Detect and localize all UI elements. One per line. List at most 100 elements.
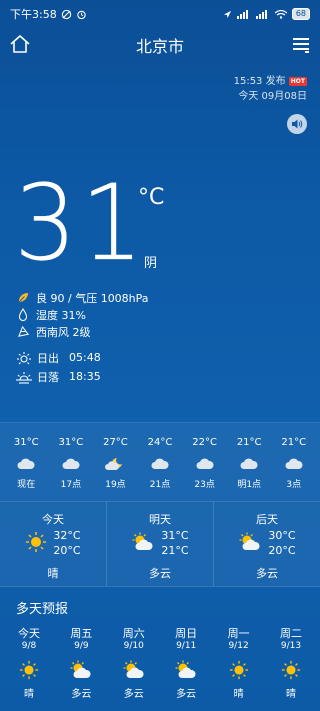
multi-day-date: 9/13 <box>280 641 302 651</box>
hourly-temp: 21°C <box>281 437 307 448</box>
day-summary-today[interactable]: 今天 32°C 20°C 晴 <box>0 502 107 586</box>
multi-day-item: 周五 9/9 多云 <box>55 625 107 711</box>
menu-icon[interactable] <box>291 35 311 55</box>
sunrise-label: 日出 <box>37 351 59 365</box>
multi-day-item: 周二 9/13 晴 <box>265 625 317 711</box>
hourly-item: 24°C 21点 <box>138 437 183 501</box>
aqi-pressure-text: 良 90 / 气压 1008hPa <box>36 291 149 305</box>
hourly-time: 17点 <box>60 480 82 490</box>
hourly-temp: 24°C <box>147 437 173 448</box>
multi-day-name: 今天 <box>18 627 40 640</box>
hourly-temp: 22°C <box>192 437 217 448</box>
home-icon[interactable] <box>9 33 31 55</box>
partly-cloudy-icon <box>69 655 93 685</box>
sunset-row: 日落 18:35 <box>16 367 101 386</box>
day-high: 31°C <box>161 529 189 542</box>
cloudy-icon <box>150 451 170 477</box>
multi-day-date: 9/9 <box>74 641 89 651</box>
multi-day-date: 9/8 <box>21 641 37 651</box>
multi-day-date: 9/11 <box>176 641 197 651</box>
day-desc: 晴 <box>47 567 59 580</box>
status-bar: 下午3:58 68 <box>0 0 320 28</box>
multi-day-date: 9/12 <box>228 641 249 651</box>
wind-text: 西南风 2级 <box>36 325 91 339</box>
partly-cloudy-icon <box>131 532 155 555</box>
status-time: 下午3:58 <box>10 8 57 21</box>
multi-day-name: 周六 <box>122 627 145 640</box>
day-desc: 多云 <box>256 567 278 580</box>
signal-icon <box>236 9 248 19</box>
day-summary-tomorrow[interactable]: 明天 31°C 21°C 多云 <box>107 502 214 586</box>
hourly-item: 21°C 3点 <box>271 437 316 501</box>
multi-day-name: 周日 <box>175 627 198 640</box>
hourly-time: 现在 <box>17 480 36 490</box>
hourly-item: 22°C 23点 <box>182 437 227 501</box>
hourly-temp: 31°C <box>13 437 39 448</box>
day-high: 30°C <box>268 529 296 542</box>
publish-date: 今天 09月08日 <box>238 91 307 102</box>
partly-cloudy-icon <box>122 655 146 685</box>
hourly-item: 31°C 17点 <box>49 437 94 501</box>
cloudy-icon <box>195 451 215 477</box>
aqi-pressure-row: 良 90 / 气压 1008hPa <box>16 289 149 306</box>
publish-time: 15:53 发布 <box>233 76 286 87</box>
signal-icon-2 <box>255 9 267 19</box>
hourly-forecast[interactable]: 31°C 现在 31°C 17点 27°C 19点 24°C 21点 22°C … <box>0 422 320 502</box>
multi-day-desc: 多云 <box>176 689 197 700</box>
notification-icon <box>61 9 71 19</box>
day-low: 20°C <box>268 544 296 557</box>
day-low: 21°C <box>161 544 189 557</box>
sunset-label: 日落 <box>37 370 59 384</box>
hourly-temp: 31°C <box>58 437 84 448</box>
multi-day-desc: 晴 <box>233 689 244 700</box>
multi-day-forecast[interactable]: 今天 9/8 晴 周五 9/9 多云 周六 9/10 多云 周日 9/11 多云… <box>0 625 320 711</box>
day-summary-after-tomorrow[interactable]: 后天 30°C 20°C 多云 <box>214 502 320 586</box>
partly-cloudy-icon <box>238 532 262 555</box>
hourly-temp: 21°C <box>236 437 262 448</box>
weather-details: 良 90 / 气压 1008hPa 湿度 31% 西南风 2级 <box>16 289 149 340</box>
day-desc: 多云 <box>149 567 171 580</box>
multi-day-desc: 晴 <box>285 689 296 700</box>
header: 北京市 <box>0 30 320 60</box>
multi-day-desc: 多云 <box>71 689 92 700</box>
hourly-time: 3点 <box>286 480 302 490</box>
hourly-time: 明1点 <box>237 480 262 490</box>
battery-indicator: 68 <box>291 8 310 20</box>
hourly-item: 31°C 现在 <box>4 437 49 501</box>
multi-day-name: 周五 <box>70 627 93 640</box>
day-name: 明天 <box>149 513 171 526</box>
speaker-button[interactable] <box>287 114 307 134</box>
hourly-time: 23点 <box>194 480 215 490</box>
moon-cloud-icon <box>105 451 125 477</box>
sunrise-time: 05:48 <box>69 351 101 364</box>
sunny-icon <box>19 655 39 685</box>
multi-day-name: 周一 <box>227 627 250 640</box>
cloudy-icon <box>16 451 36 477</box>
current-condition: 阴 <box>144 256 158 271</box>
hot-badge: HOT <box>288 77 307 86</box>
wifi-icon <box>274 9 287 19</box>
sunset-time: 18:35 <box>69 370 101 383</box>
hourly-item: 21°C 明1点 <box>227 437 272 501</box>
day-low: 20°C <box>53 544 81 557</box>
wind-flag-icon <box>16 325 30 339</box>
multi-day-title: 多天预报 <box>16 602 69 617</box>
hourly-temp: 27°C <box>103 437 128 448</box>
current-temperature: 31 <box>14 162 148 284</box>
hourly-time: 21点 <box>149 480 171 490</box>
hourly-time: 19点 <box>105 480 126 490</box>
cloudy-icon <box>284 451 304 477</box>
multi-day-name: 周二 <box>279 627 302 640</box>
leaf-icon <box>16 291 30 305</box>
speaker-icon <box>292 119 303 129</box>
day-high: 32°C <box>53 529 81 542</box>
publish-info: 15:53 发布 HOT 今天 09月08日 <box>234 74 307 104</box>
multi-day-item: 周六 9/10 多云 <box>108 625 160 711</box>
sunset-icon <box>16 371 32 384</box>
wind-row: 西南风 2级 <box>16 323 149 340</box>
sun-times: 日出 05:48 日落 18:35 <box>16 348 101 386</box>
humidity-row: 湿度 31% <box>16 306 149 323</box>
multi-day-item: 今天 9/8 晴 <box>3 625 55 711</box>
alarm-icon <box>76 10 86 19</box>
sunny-icon <box>25 531 47 556</box>
